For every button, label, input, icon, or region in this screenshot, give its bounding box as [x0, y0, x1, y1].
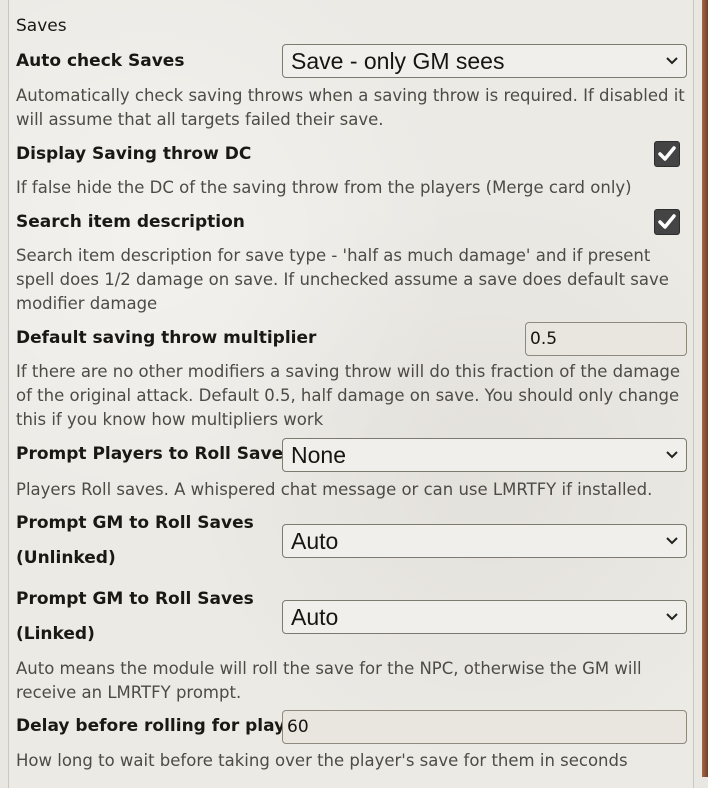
auto-check-hint: Automatically check saving throws when a… — [16, 86, 685, 129]
prompt-players-label: Prompt Players to Roll Saves — [16, 444, 294, 464]
checkmark-icon — [658, 214, 676, 229]
chevron-down-icon — [664, 439, 680, 471]
delay-hint: How long to wait before taking over the … — [16, 751, 628, 770]
display-dc-checkbox[interactable] — [654, 141, 680, 167]
default-multiplier-input[interactable]: 0.5 — [525, 322, 687, 356]
prompt-gm-unlinked-label-line2: (Unlinked) — [16, 548, 116, 568]
window-border — [702, 0, 708, 777]
checkmark-icon — [658, 146, 676, 161]
section-title: Saves — [16, 16, 67, 36]
search-desc-checkbox[interactable] — [654, 209, 680, 235]
prompt-gm-linked-select[interactable]: Auto — [282, 600, 687, 634]
delay-input[interactable]: 60 — [282, 710, 687, 744]
auto-check-select[interactable]: Save - only GM sees — [282, 44, 687, 78]
prompt-gm-hint: Auto means the module will roll the save… — [16, 659, 642, 702]
prompt-gm-linked-label-line2: (Linked) — [16, 624, 95, 644]
chevron-down-icon — [664, 45, 680, 77]
delay-label: Delay before rolling for players — [16, 716, 316, 736]
auto-check-value: Save - only GM sees — [291, 48, 505, 74]
prompt-players-hint: Players Roll saves. A whispered chat mes… — [16, 480, 653, 499]
search-desc-label: Search item description — [16, 212, 245, 232]
display-dc-label: Display Saving throw DC — [16, 144, 252, 164]
prompt-gm-linked-label-line1: Prompt GM to Roll Saves — [16, 589, 254, 609]
default-multiplier-label: Default saving throw multiplier — [16, 328, 317, 348]
prompt-gm-unlinked-select[interactable]: Auto — [282, 524, 687, 558]
display-dc-hint: If false hide the DC of the saving throw… — [16, 178, 632, 197]
prompt-gm-unlinked-label-line1: Prompt GM to Roll Saves — [16, 513, 254, 533]
prompt-players-value: None — [291, 442, 346, 468]
chevron-down-icon — [664, 601, 680, 633]
chevron-down-icon — [664, 525, 680, 557]
prompt-gm-linked-value: Auto — [291, 604, 339, 630]
search-desc-hint: Search item description for save type - … — [16, 246, 669, 313]
prompt-players-select[interactable]: None — [282, 438, 687, 472]
auto-check-label: Auto check Saves — [16, 51, 185, 71]
default-multiplier-hint: If there are no other modifiers a saving… — [16, 362, 681, 429]
prompt-gm-unlinked-value: Auto — [291, 528, 339, 554]
